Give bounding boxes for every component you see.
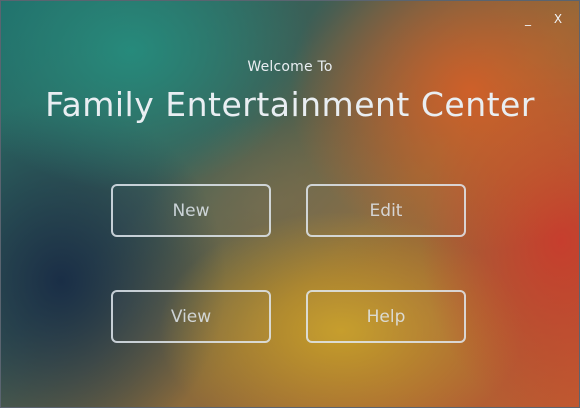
window-controls: _ X: [521, 11, 565, 27]
close-button[interactable]: X: [551, 11, 565, 27]
page-title: Family Entertainment Center: [45, 85, 535, 124]
app-window: _ X Welcome To Family Entertainment Cent…: [0, 0, 580, 408]
view-button[interactable]: View: [111, 290, 271, 343]
new-button[interactable]: New: [111, 184, 271, 237]
minimize-button[interactable]: _: [521, 11, 535, 27]
edit-button[interactable]: Edit: [306, 184, 466, 237]
help-button[interactable]: Help: [306, 290, 466, 343]
welcome-subtitle: Welcome To: [247, 59, 333, 75]
